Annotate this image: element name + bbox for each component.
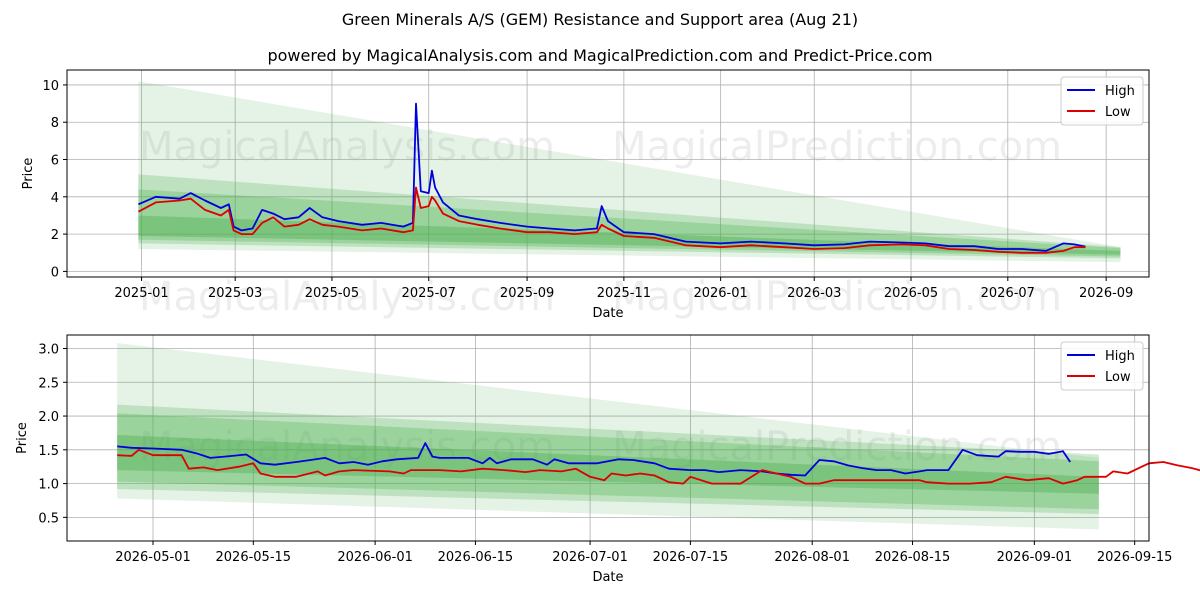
x-tick-label: 2026-07-15 <box>653 550 729 565</box>
x-tick-label: 2026-09-15 <box>1097 550 1173 565</box>
chart-canvas: MagicalAnalysis.com MagicalPrediction.com… <box>15 69 1200 585</box>
legend-label-high: High <box>1105 84 1135 99</box>
x-tick-label: 2026-07 <box>981 286 1035 301</box>
x-tick-label: 2026-07-01 <box>552 550 628 565</box>
y-tick-label: 1.5 <box>38 444 59 459</box>
x-tick-label: 2025-11 <box>597 286 651 301</box>
x-tick-label: 2025-07 <box>402 286 456 301</box>
y-tick-label: 6 <box>51 154 59 169</box>
x-tick-label: 2026-08-01 <box>774 550 850 565</box>
y-tick-label: 2.0 <box>38 410 59 425</box>
y-tick-label: 10 <box>42 79 59 94</box>
watermark-text: MagicalPrediction.com <box>612 124 1062 170</box>
y-tick-label: 3.0 <box>38 343 59 358</box>
chart-panel-2: 2026-05-01 2026-05-15 2026-06-01 2026-06-15… <box>15 334 1200 585</box>
y-axis-label: Price <box>15 422 30 454</box>
y-tick-label: 0.5 <box>38 511 59 526</box>
x-tick-label: 2026-09-01 <box>997 550 1073 565</box>
x-tick-label: 2026-05 <box>884 286 938 301</box>
x-tick-label: 2026-01 <box>693 286 747 301</box>
y-tick-label: 2.5 <box>38 376 59 391</box>
y-tick-label: 8 <box>51 116 59 131</box>
x-axis-label: Date <box>592 570 623 585</box>
y-tick-label: 2 <box>51 228 59 243</box>
x-tick-label: 2026-03 <box>787 286 841 301</box>
y-axis-label: Price <box>21 158 36 190</box>
x-tick-label: 2025-09 <box>500 286 554 301</box>
x-tick-label: 2026-05-01 <box>115 550 191 565</box>
y-tick-label: 4 <box>51 191 59 206</box>
x-tick-label: 2026-08-15 <box>875 550 951 565</box>
x-axis-label: Date <box>592 306 623 321</box>
x-tick-label: 2025-05 <box>305 286 359 301</box>
x-tick-label: 2025-03 <box>208 286 262 301</box>
legend-label-low: Low <box>1105 105 1131 120</box>
y-tick-label: 1.0 <box>38 478 59 493</box>
x-tick-label: 2026-06-01 <box>337 550 413 565</box>
x-tick-label: 2025-01 <box>114 286 168 301</box>
x-tick-label: 2026-05-15 <box>216 550 292 565</box>
x-tick-label: 2026-06-15 <box>438 550 514 565</box>
legend-label-low: Low <box>1105 370 1131 385</box>
x-tick-label: 2026-09 <box>1079 286 1133 301</box>
legend-label-high: High <box>1105 349 1135 364</box>
y-tick-label: 0 <box>51 265 59 280</box>
